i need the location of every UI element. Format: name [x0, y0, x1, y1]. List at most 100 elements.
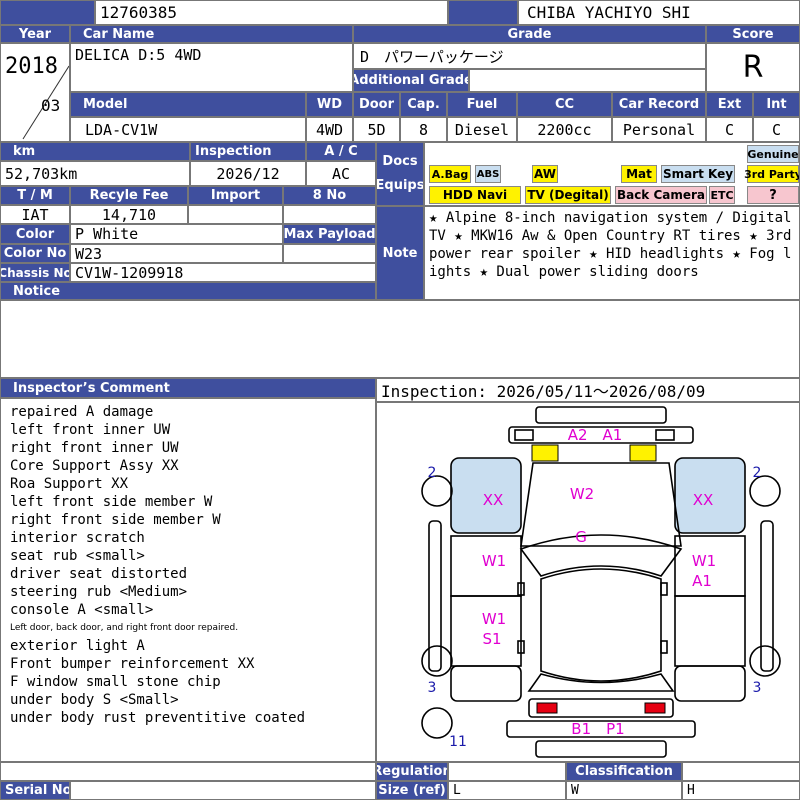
inspector-comment-label: Inspector’s Comment	[0, 378, 376, 398]
car-name-label: Car Name	[70, 25, 353, 43]
additional-grade-value	[469, 69, 706, 92]
km-label: km	[0, 142, 190, 161]
year-cell: 2018 03	[0, 43, 70, 142]
serial-no-value	[70, 781, 376, 800]
comment-line: under body S <Small>	[10, 692, 179, 708]
comment-line: under body rust preventitive coated	[10, 710, 306, 726]
score-label: Score	[706, 25, 800, 43]
ac-value: AC	[306, 161, 376, 186]
code-left-front-door: W1	[482, 552, 506, 570]
ext-label: Ext	[706, 92, 753, 117]
front-light-right	[655, 429, 675, 441]
month-value: 03	[41, 96, 61, 115]
chassis-no-value: CV1W-1209918	[70, 263, 376, 282]
int-value: C	[753, 117, 800, 142]
comment-line: driver seat distorted	[10, 566, 188, 582]
cc-label: CC	[517, 92, 612, 117]
comment-line: left front side member W	[10, 494, 213, 510]
comment-line: console A <small>	[10, 602, 154, 618]
windshield-panel	[519, 534, 683, 577]
size-l: L	[448, 781, 566, 800]
code-front-bumper: A2 A1	[568, 426, 623, 444]
comment-line: Front bumper reinforcement XX	[10, 656, 255, 672]
comment-line: right front side member W	[10, 512, 221, 528]
comment-line: left front inner UW	[10, 422, 171, 438]
km-value: 52,703km	[0, 161, 190, 186]
code-tire-rr: 3	[753, 680, 762, 696]
notice-value	[0, 300, 800, 378]
import-label: Import	[188, 186, 283, 205]
classification-label: Classification	[566, 762, 682, 781]
fuel-value: Diesel	[447, 117, 517, 142]
right-rear-handle	[660, 640, 668, 654]
comment-line: repaired A damage	[10, 404, 154, 420]
score-value: R	[706, 43, 800, 92]
rear-light-left	[536, 702, 558, 714]
import-value	[188, 205, 283, 224]
code-windshield: G	[575, 528, 587, 546]
classification-value	[682, 762, 800, 781]
equip-etc: ETC	[709, 186, 735, 204]
fuel-label: Fuel	[447, 92, 517, 117]
color-no-label: Color No	[0, 244, 70, 263]
car-record-label: Car Record	[612, 92, 706, 117]
equip-question: ?	[747, 186, 799, 204]
area-value: CHIBA YACHIYO SHI	[518, 0, 800, 25]
recycle-fee-label: Recyle Fee	[70, 186, 188, 205]
code-tire-fr: 2	[753, 465, 762, 481]
inspection-label: Inspection	[190, 142, 306, 161]
equip-back-camera: Back Camera	[615, 186, 707, 204]
inspector-comment-list: repaired A damage left front inner UW ri…	[0, 398, 376, 762]
code-left-fender: XX	[483, 491, 504, 509]
cap-value: 8	[400, 117, 447, 142]
size-w: W	[566, 781, 682, 800]
code-right-front-door-2: A1	[692, 572, 712, 590]
equip-hdd-navi: HDD Navi	[429, 186, 521, 204]
comment-line: F window small stone chip	[10, 674, 221, 690]
inspection-value: 2026/12	[190, 161, 306, 186]
equip-genuine: Genuine	[747, 145, 799, 163]
comment-line: exterior light A	[10, 638, 145, 654]
door-value: 5D	[353, 117, 400, 142]
size-ref-label: Size (ref)	[376, 781, 448, 800]
cap-label: Cap.	[400, 92, 447, 117]
code-right-fender: XX	[693, 491, 714, 509]
right-side-sill	[760, 520, 774, 672]
year-label: Year	[0, 25, 70, 43]
front-light-damage-right	[629, 444, 657, 462]
eight-no-label: 8 No	[283, 186, 376, 205]
left-rear-quarter	[450, 665, 522, 702]
year-value: 2018	[5, 54, 58, 79]
hood-panel	[520, 462, 682, 547]
code-tire-fl: 2	[428, 465, 437, 481]
spare-tire	[421, 707, 453, 739]
inquiry-no: 12760385	[95, 0, 448, 25]
size-h: H	[682, 781, 800, 800]
color-no-value: W23	[70, 244, 283, 263]
note-label: Note	[376, 206, 424, 300]
front-light-left	[514, 429, 534, 441]
note-value: ★ Alpine 8-inch navigation system / Digi…	[424, 206, 800, 300]
equip-abag: A.Bag	[429, 165, 471, 183]
equip-aw: AW	[532, 165, 558, 183]
car-record-value: Personal	[612, 117, 706, 142]
color-value: P White	[70, 224, 283, 244]
right-rear-door	[674, 595, 746, 667]
int-label: Int	[753, 92, 800, 117]
regulation-label: Regulation	[376, 762, 448, 781]
code-tire-rl: 3	[428, 680, 437, 696]
code-hood: W2	[570, 485, 594, 503]
car-name-value: DELICA D:5 4WD	[70, 43, 353, 92]
comment-line: seat rub <small>	[10, 548, 145, 564]
rear-bumper-bottom	[535, 740, 667, 758]
eight-no-value	[283, 205, 376, 224]
inspection-period: Inspection: 2026/05/11〜2026/08/09	[376, 378, 800, 402]
equip-tv-digital: TV (Degital)	[525, 186, 611, 204]
code-spare: 11	[449, 734, 467, 750]
max-payload-label: Max Payload	[283, 224, 376, 244]
ac-label: A / C	[306, 142, 376, 161]
ext-value: C	[706, 117, 753, 142]
car-diagram-svg: A2 A1 W2 G XX XX W1 W1 A1 W1 S1 B1 P1 2 …	[421, 406, 781, 758]
equips-panel: A.Bag ABS AW Mat Smart Key Genuine 3rd P…	[424, 142, 800, 206]
front-light-damage-left	[531, 444, 559, 462]
